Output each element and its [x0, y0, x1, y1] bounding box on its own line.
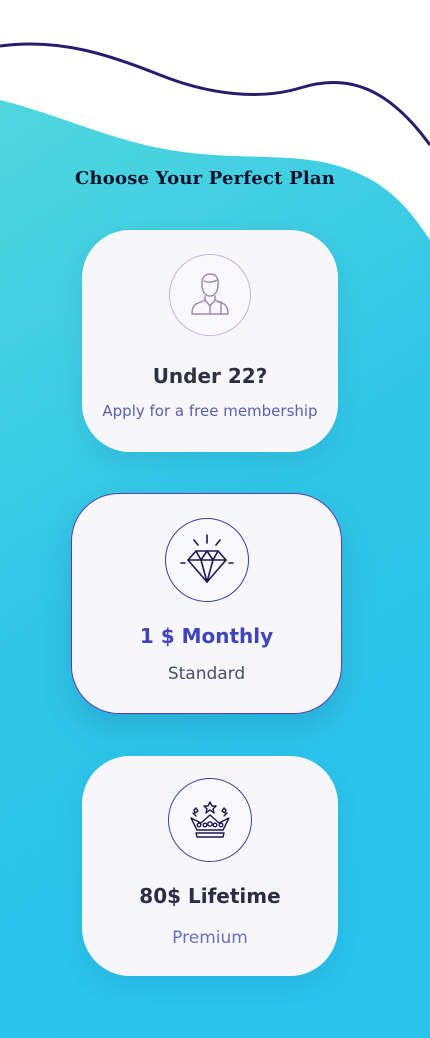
plan-card-free[interactable]: Under 22? Apply for a free membership	[82, 230, 338, 452]
plan-card-lifetime[interactable]: 80$ Lifetime Premium	[82, 756, 338, 976]
plan-title: 1 $ Monthly	[139, 624, 274, 648]
diamond-icon	[164, 518, 249, 602]
plan-subtitle: Standard	[167, 664, 246, 684]
plan-title: 80$ Lifetime	[139, 884, 281, 908]
plan-title: Under 22?	[152, 364, 268, 388]
crown-icon	[168, 778, 252, 862]
plan-subtitle: Premium	[172, 928, 248, 948]
plan-card-monthly[interactable]: 1 $ Monthly Standard	[71, 493, 342, 714]
page-title: Choose Your Perfect Plan	[74, 168, 336, 189]
student-icon	[169, 254, 251, 336]
plan-subtitle: Apply for a free membership	[102, 402, 318, 420]
